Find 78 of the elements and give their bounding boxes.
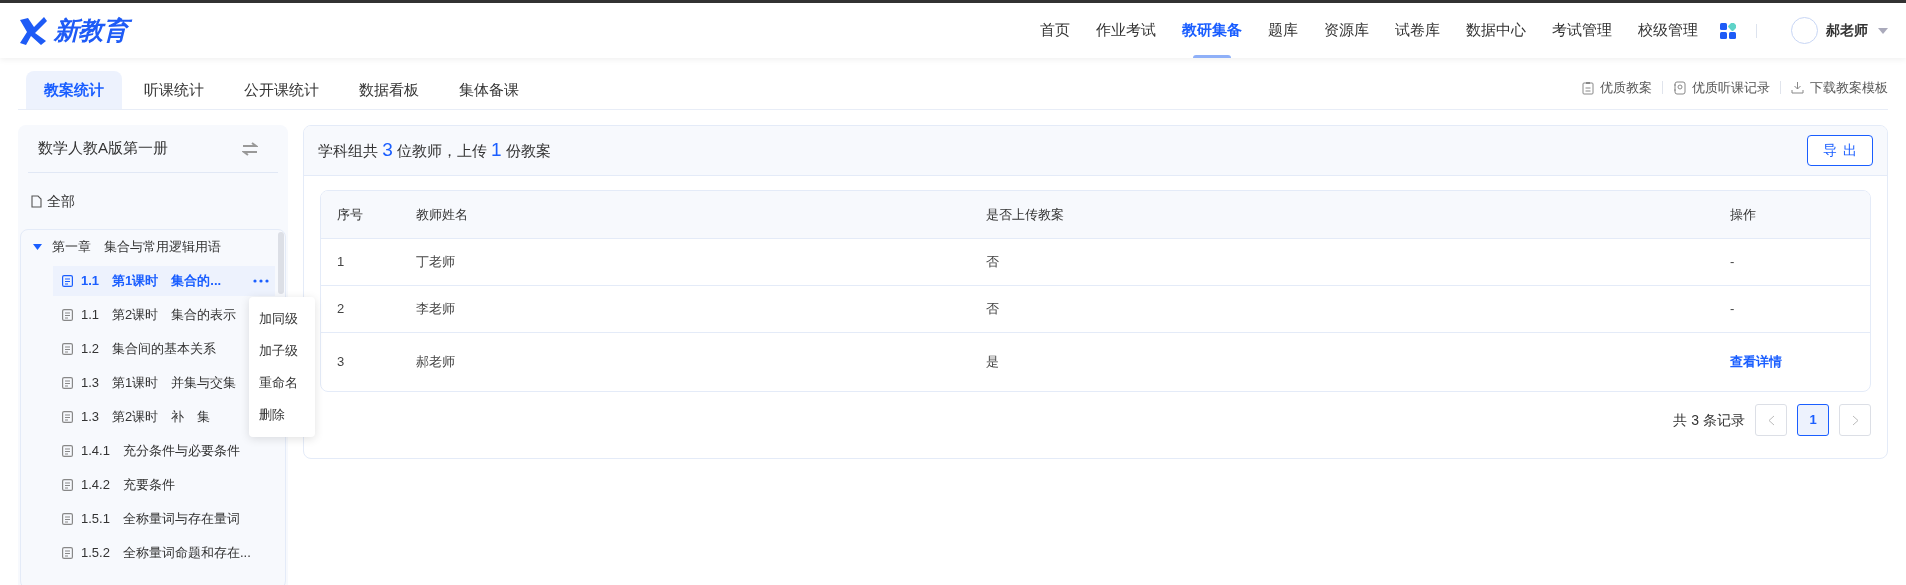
- tree-item[interactable]: 1.2 集合间的基本关系: [81, 339, 217, 359]
- swap-icon[interactable]: [242, 141, 258, 156]
- menu-item[interactable]: 重命名: [249, 367, 315, 399]
- notebook-icon: [1673, 80, 1686, 95]
- table-cell-text: 否: [986, 300, 999, 319]
- table-cell-text: 否: [986, 253, 999, 272]
- tab[interactable]: 数据看板: [341, 71, 437, 109]
- nav-link[interactable]: 试卷库: [1395, 3, 1440, 58]
- chevron-right-icon: [1851, 414, 1859, 426]
- summary-text: 学科组共 3 位教师，上传 1 份教案: [318, 138, 551, 163]
- document-icon: [62, 513, 73, 525]
- document-icon: [62, 275, 73, 287]
- column-header: 教师姓名: [416, 205, 468, 224]
- table-cell-text: 是: [986, 353, 999, 372]
- document-icon: [62, 411, 73, 423]
- menu-item[interactable]: 删除: [249, 399, 315, 431]
- column-header: 序号: [337, 205, 363, 224]
- scrollbar[interactable]: [278, 232, 284, 294]
- table-cell-text: -: [1730, 253, 1735, 272]
- nav-link[interactable]: 校级管理: [1638, 3, 1698, 58]
- document-icon: [62, 343, 73, 355]
- tab[interactable]: 公开课统计: [226, 71, 337, 109]
- tree-item[interactable]: 1.5.2 全称量词命题和存在...: [81, 543, 251, 563]
- nav-link[interactable]: 数据中心: [1466, 3, 1526, 58]
- document-icon: [62, 309, 73, 321]
- tree-item[interactable]: 1.4.1 充分条件与必要条件: [81, 441, 240, 461]
- table-cell-text: 李老师: [416, 300, 455, 319]
- tab[interactable]: 集体备课: [441, 71, 537, 109]
- avatar[interactable]: [1791, 17, 1818, 44]
- more-icon[interactable]: [253, 279, 269, 283]
- toolbar-link[interactable]: 优质教案: [1600, 77, 1652, 98]
- caret-icon[interactable]: [1878, 27, 1888, 34]
- caret-icon[interactable]: [33, 244, 42, 250]
- tree-item[interactable]: 1.5.1 全称量词与存在量词: [81, 509, 240, 529]
- menu-item[interactable]: 加子级: [249, 335, 315, 367]
- document-icon: [62, 479, 73, 491]
- user-name[interactable]: 郝老师: [1826, 20, 1868, 41]
- tree-item[interactable]: 第一章 集合与常用逻辑用语: [52, 237, 221, 257]
- table-cell-text: 郝老师: [416, 353, 455, 372]
- tree-item[interactable]: 1.1 第2课时 集合的表示: [81, 305, 237, 325]
- previous-page-button[interactable]: [1755, 404, 1787, 436]
- next-page-button[interactable]: [1839, 404, 1871, 436]
- tree-item[interactable]: 1.3 第2课时 补 集: [81, 407, 211, 427]
- export-button[interactable]: 导出: [1807, 135, 1873, 166]
- menu-item[interactable]: 加同级: [249, 303, 315, 335]
- column-header: 是否上传教案: [986, 205, 1064, 224]
- toolbar-link[interactable]: 下载教案模板: [1810, 77, 1888, 98]
- nav-link[interactable]: 教研集备: [1182, 3, 1242, 58]
- tree-item[interactable]: 1.3 第1课时 并集与交集: [81, 373, 237, 393]
- column-header: 操作: [1730, 205, 1756, 224]
- nav-link[interactable]: 作业考试: [1096, 3, 1156, 58]
- nav-link[interactable]: 题库: [1268, 3, 1298, 58]
- clipboard-icon: [1582, 80, 1594, 95]
- tab[interactable]: 教案统计: [26, 71, 122, 109]
- download-icon: [1791, 81, 1804, 94]
- document-icon: [62, 547, 73, 559]
- details-link[interactable]: 查看详情: [1730, 352, 1782, 372]
- book-title: 数学人教A版第一册: [38, 138, 168, 159]
- document-icon: [62, 445, 73, 457]
- table-cell-text: 丁老师: [416, 253, 455, 272]
- table-cell-text: 1: [337, 253, 345, 272]
- apps-icon[interactable]: [1720, 22, 1736, 39]
- table-cell-text: -: [1730, 300, 1735, 319]
- nav-link[interactable]: 资源库: [1324, 3, 1369, 58]
- table-cell-text: 3: [337, 353, 345, 372]
- page-button[interactable]: 1: [1797, 404, 1829, 436]
- record-count: 共 3 条记录: [1673, 410, 1745, 430]
- chevron-left-icon: [1767, 414, 1775, 426]
- logo-icon: [18, 16, 48, 45]
- tree-item[interactable]: 1.4.2 充要条件: [81, 475, 175, 495]
- nav-link[interactable]: 考试管理: [1552, 3, 1612, 58]
- table-cell-text: 2: [337, 300, 345, 319]
- tree-item[interactable]: 全部: [47, 190, 75, 212]
- tab[interactable]: 听课统计: [126, 71, 222, 109]
- document-icon: [62, 377, 73, 389]
- nav-link[interactable]: 首页: [1040, 3, 1070, 58]
- document-icon: [31, 194, 42, 208]
- toolbar-link[interactable]: 优质听课记录: [1692, 77, 1770, 98]
